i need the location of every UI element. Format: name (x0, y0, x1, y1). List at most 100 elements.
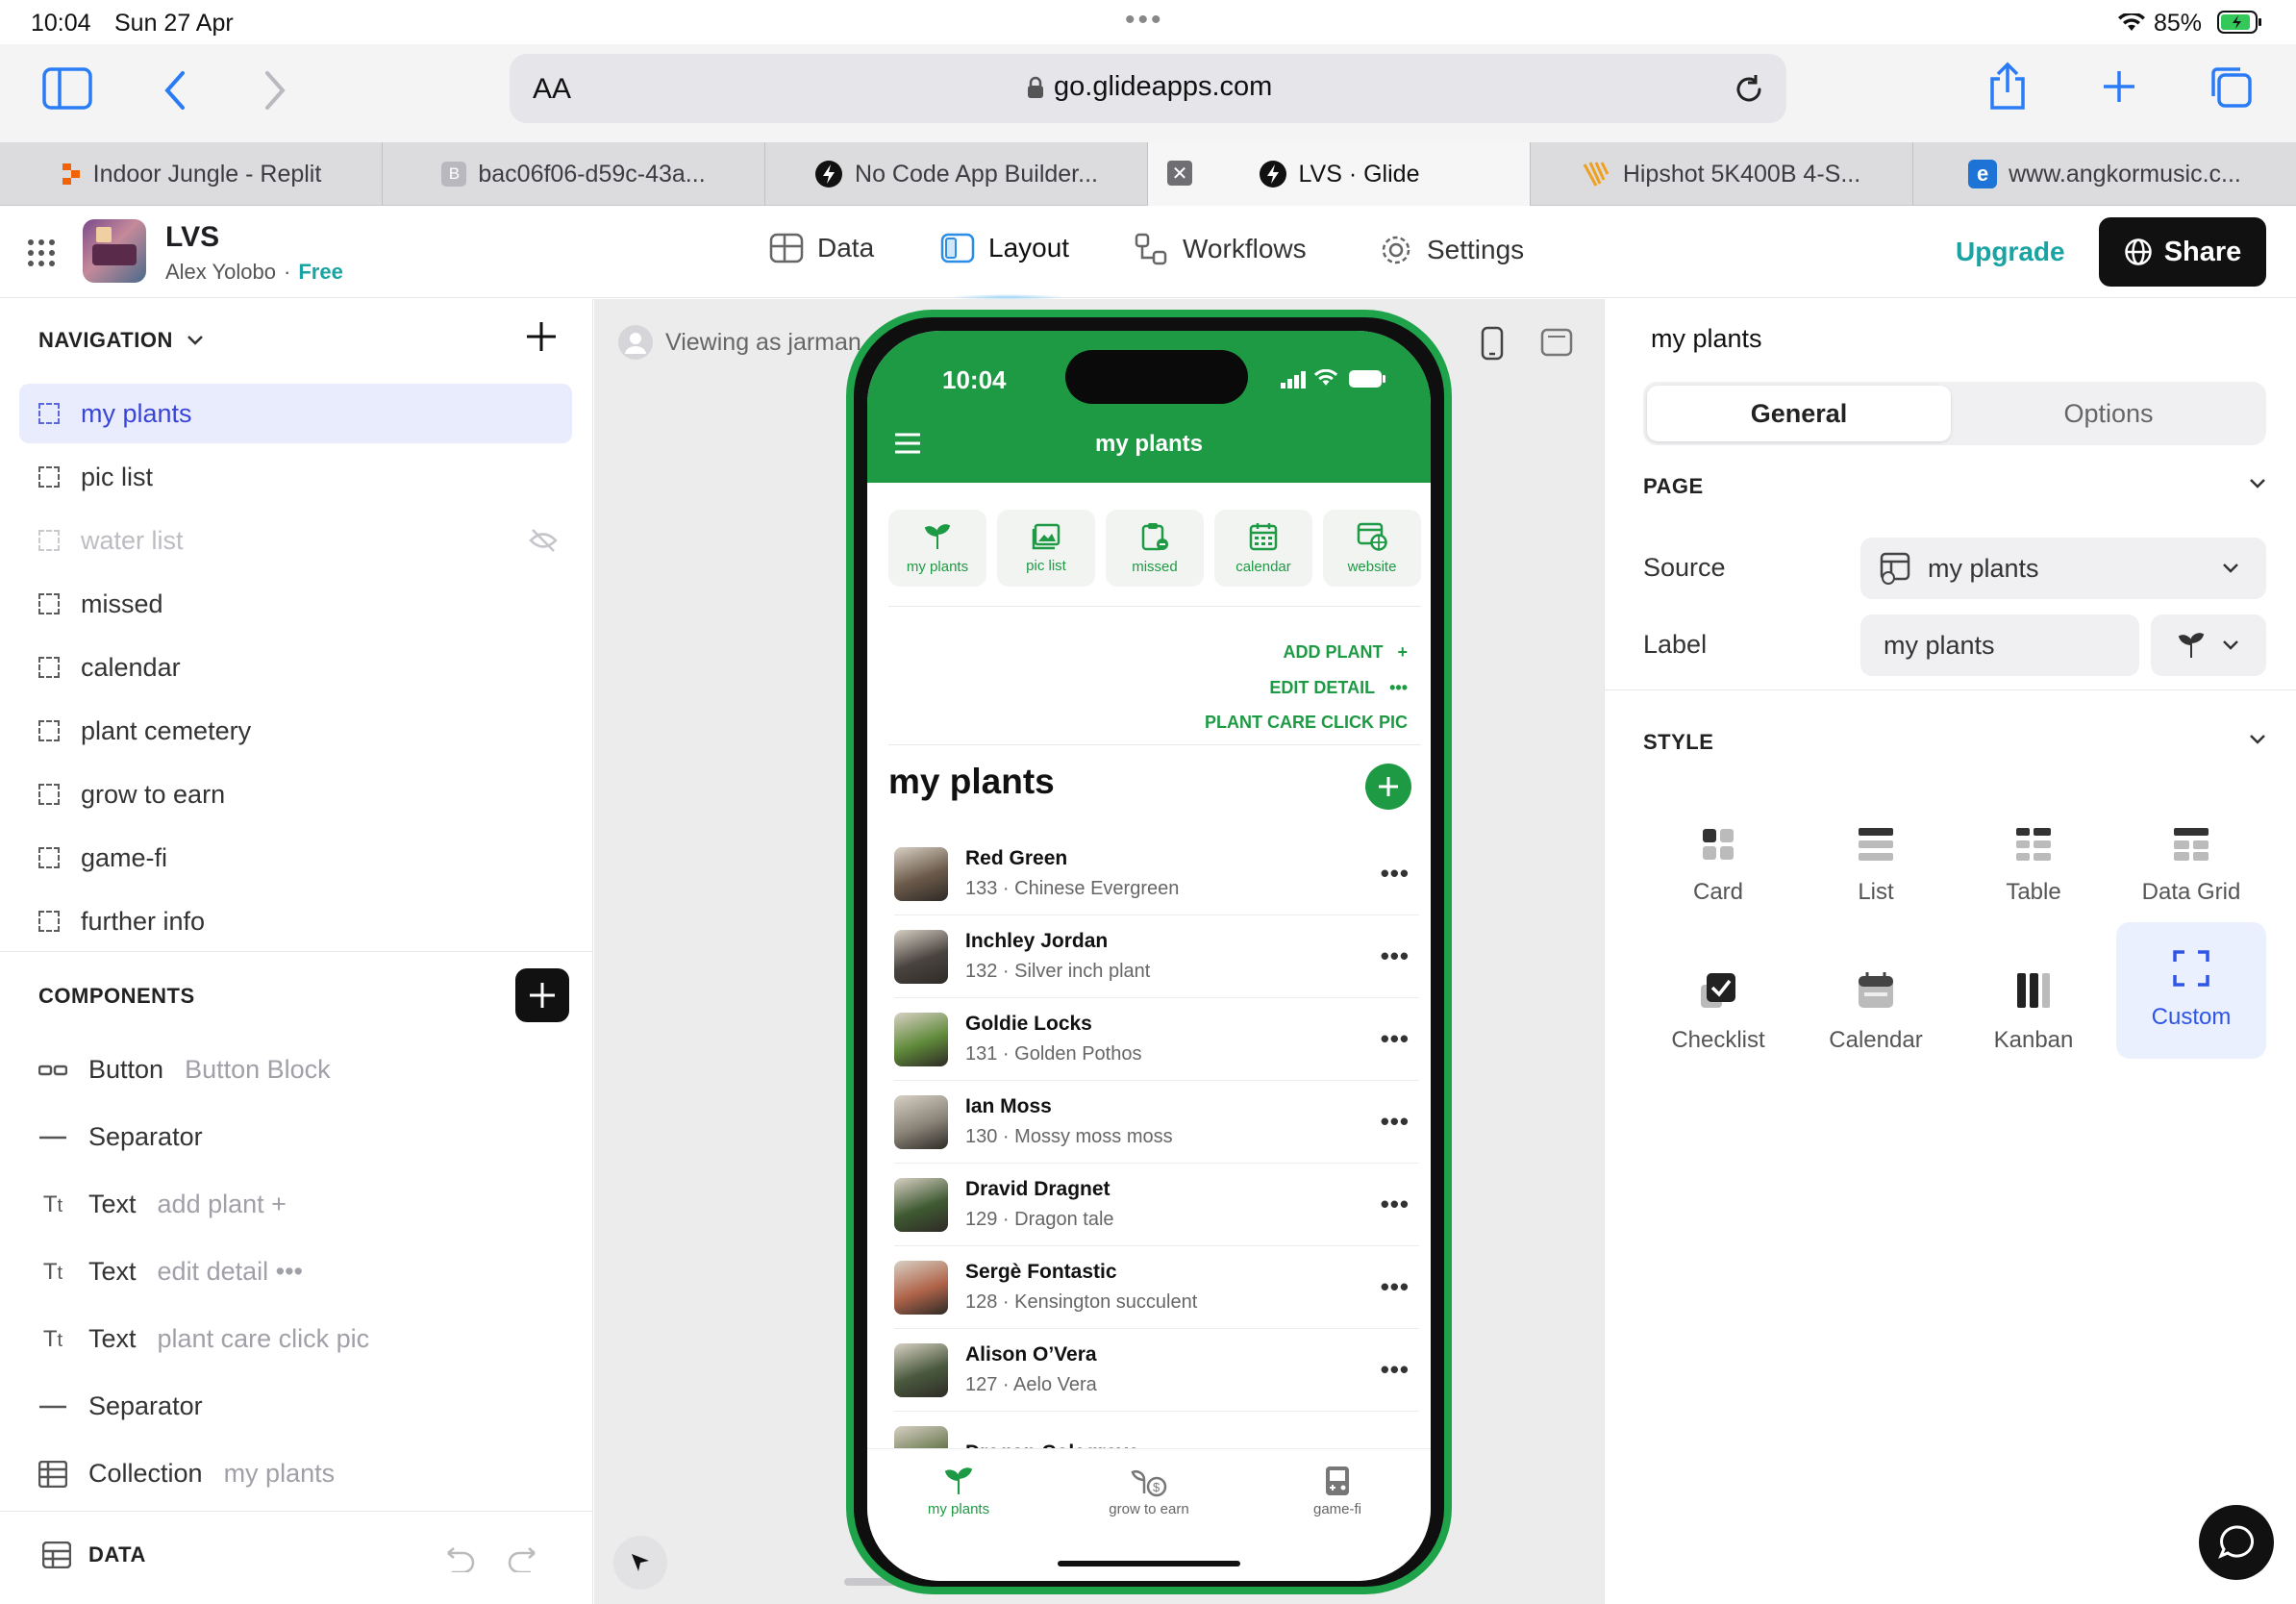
screen-item-missed[interactable]: missed (19, 574, 572, 634)
app-icon[interactable] (83, 219, 146, 283)
tile-calendar[interactable]: calendar (1214, 510, 1312, 587)
tab-general[interactable]: General (1647, 386, 1951, 441)
tab-options[interactable]: Options (1955, 386, 2262, 441)
plant-row[interactable]: ••• Alison O’Vera 127 · Aelo Vera (894, 1329, 1419, 1412)
tile-my-plants[interactable]: my plants (888, 510, 986, 587)
browser-tab[interactable]: Hipshot 5K400B 4-S... (1531, 142, 1913, 206)
style-custom[interactable]: Custom (2116, 922, 2266, 1059)
more-options-icon[interactable]: ••• (1381, 1355, 1410, 1385)
nav-workflows[interactable]: Workflows (1135, 233, 1307, 265)
back-icon[interactable] (162, 69, 188, 112)
add-component-button[interactable] (515, 968, 569, 1022)
style-list[interactable]: List (1801, 799, 1951, 934)
tablet-preview-icon[interactable] (1540, 328, 1573, 357)
data-section-header[interactable]: DATA (42, 1541, 146, 1568)
upgrade-link[interactable]: Upgrade (1956, 237, 2065, 267)
nav-layout[interactable]: Layout (940, 233, 1069, 263)
forward-icon[interactable] (262, 69, 288, 112)
component-row[interactable]: Separator (38, 1122, 203, 1152)
select-tool-button[interactable] (613, 1536, 667, 1590)
more-options-icon[interactable]: ••• (1381, 1107, 1410, 1137)
chevron-down-icon[interactable] (2249, 478, 2266, 489)
more-options-icon[interactable]: ••• (1381, 1272, 1410, 1302)
undo-icon[interactable] (438, 1547, 477, 1572)
screen-item-water-list[interactable]: water list (19, 511, 572, 570)
reload-icon[interactable] (1733, 73, 1765, 106)
tile-pic-list[interactable]: pic list (997, 510, 1095, 587)
screen-item-game-fi[interactable]: game-fi (19, 828, 572, 888)
new-tab-icon[interactable] (2100, 67, 2138, 106)
tile-website[interactable]: website (1323, 510, 1421, 587)
add-plant-fab[interactable] (1365, 764, 1411, 810)
screen-item-pic-list[interactable]: pic list (19, 447, 572, 507)
phone-tab-grow-to-earn[interactable]: $ grow to earn (1085, 1465, 1213, 1517)
plant-row[interactable]: ••• Goldie Locks 131 · Golden Pothos (894, 998, 1419, 1081)
plant-care-action[interactable]: PLANT CARE CLICK PIC (1205, 705, 1408, 740)
address-bar[interactable]: AA go.glideapps.com (510, 54, 1786, 123)
hidden-eye-icon[interactable] (529, 528, 558, 553)
share-sheet-icon[interactable] (1986, 62, 2029, 112)
plant-row[interactable]: ••• Inchley Jordan 132 · Silver inch plant (894, 915, 1419, 998)
plant-name: Red Green (965, 847, 1068, 869)
more-options-icon[interactable]: ••• (1381, 941, 1410, 971)
plan-badge[interactable]: Free (298, 260, 342, 285)
component-row[interactable]: Separator (38, 1391, 203, 1421)
tile-missed[interactable]: missed (1106, 510, 1204, 587)
screen-item-calendar[interactable]: calendar (19, 638, 572, 697)
more-options-icon[interactable]: ••• (1381, 1190, 1410, 1219)
screen-item-further-info[interactable]: further info (19, 891, 572, 951)
browser-tab[interactable]: Indoor Jungle - Replit (0, 142, 383, 206)
phone-tab-game-fi[interactable]: game-fi (1285, 1465, 1390, 1517)
browser-tab[interactable]: B bac06f06-d59c-43a... (383, 142, 765, 206)
nav-settings[interactable]: Settings (1379, 233, 1524, 267)
sidebar-toggle-icon[interactable] (42, 67, 92, 110)
label-input[interactable]: my plants (1860, 614, 2139, 676)
style-calendar[interactable]: Calendar (1801, 945, 1951, 1080)
phone-tab-my-plants[interactable]: my plants (906, 1465, 1011, 1517)
screen-item-plant-cemetery[interactable]: plant cemetery (19, 701, 572, 761)
screen-item-my-plants[interactable]: my plants (19, 384, 572, 443)
chat-support-button[interactable] (2199, 1505, 2274, 1580)
style-data-grid[interactable]: Data Grid (2116, 799, 2266, 934)
navigation-section-header[interactable]: NAVIGATION (38, 328, 204, 353)
plant-row[interactable]: ••• Red Green 133 · Chinese Evergreen (894, 833, 1419, 915)
plant-row[interactable]: ••• Ian Moss 130 · Mossy moss moss (894, 1081, 1419, 1164)
text-size-button[interactable]: AA (533, 73, 571, 106)
nav-data[interactable]: Data (769, 233, 874, 263)
component-row[interactable]: Collection my plants (38, 1459, 335, 1489)
add-plant-action[interactable]: ADD PLANT + (1205, 635, 1408, 670)
style-kanban[interactable]: Kanban (1959, 945, 2109, 1080)
phone-preview-icon[interactable] (1481, 326, 1504, 361)
screen-item-grow-to-earn[interactable]: grow to earn (19, 764, 572, 824)
component-row[interactable]: Button Button Block (38, 1055, 331, 1085)
app-grid-icon[interactable] (27, 238, 56, 267)
more-options-icon[interactable]: ••• (1381, 859, 1410, 889)
plant-row[interactable]: ••• Sergè Fontastic 128 · Kensington succu… (894, 1246, 1419, 1329)
viewing-as-selector[interactable]: Viewing as jarman (617, 324, 861, 361)
chevron-down-icon[interactable] (2249, 734, 2266, 745)
component-row[interactable]: Tt Text add plant + (38, 1190, 287, 1219)
style-table[interactable]: Table (1959, 799, 2109, 934)
add-screen-icon[interactable] (525, 320, 558, 353)
browser-tab[interactable]: No Code App Builder... (765, 142, 1148, 206)
multitask-dots-icon[interactable]: ••• (1125, 4, 1164, 37)
style-checklist[interactable]: Checklist (1643, 945, 1793, 1080)
close-tab-icon[interactable]: ✕ (1167, 161, 1192, 186)
tabs-overview-icon[interactable] (2208, 63, 2254, 110)
plant-row[interactable]: ••• Dravid Dragnet 129 · Dragon tale (894, 1164, 1419, 1246)
redo-icon[interactable] (506, 1547, 544, 1572)
plant-id: 131 (965, 1043, 998, 1065)
style-card[interactable]: Card (1643, 799, 1793, 934)
component-row[interactable]: Tt Text plant care click pic (38, 1324, 369, 1354)
label-icon-picker[interactable] (2151, 614, 2266, 676)
edit-detail-action[interactable]: EDIT DETAIL ••• (1205, 670, 1408, 706)
source-dropdown[interactable]: my plants (1860, 538, 2266, 599)
browser-tab-active[interactable]: ✕ LVS · Glide (1148, 142, 1531, 206)
more-options-icon[interactable]: ••• (1381, 1024, 1410, 1054)
screen-item-label: game-fi (81, 842, 168, 872)
browser-tab[interactable]: e www.angkormusic.c... (1913, 142, 2296, 206)
plant-species: Golden Pothos (1014, 1043, 1142, 1065)
share-button[interactable]: Share (2099, 217, 2266, 287)
plant-meta: 132 · Silver inch plant (965, 961, 1150, 983)
component-row[interactable]: Tt Text edit detail ••• (38, 1257, 303, 1287)
